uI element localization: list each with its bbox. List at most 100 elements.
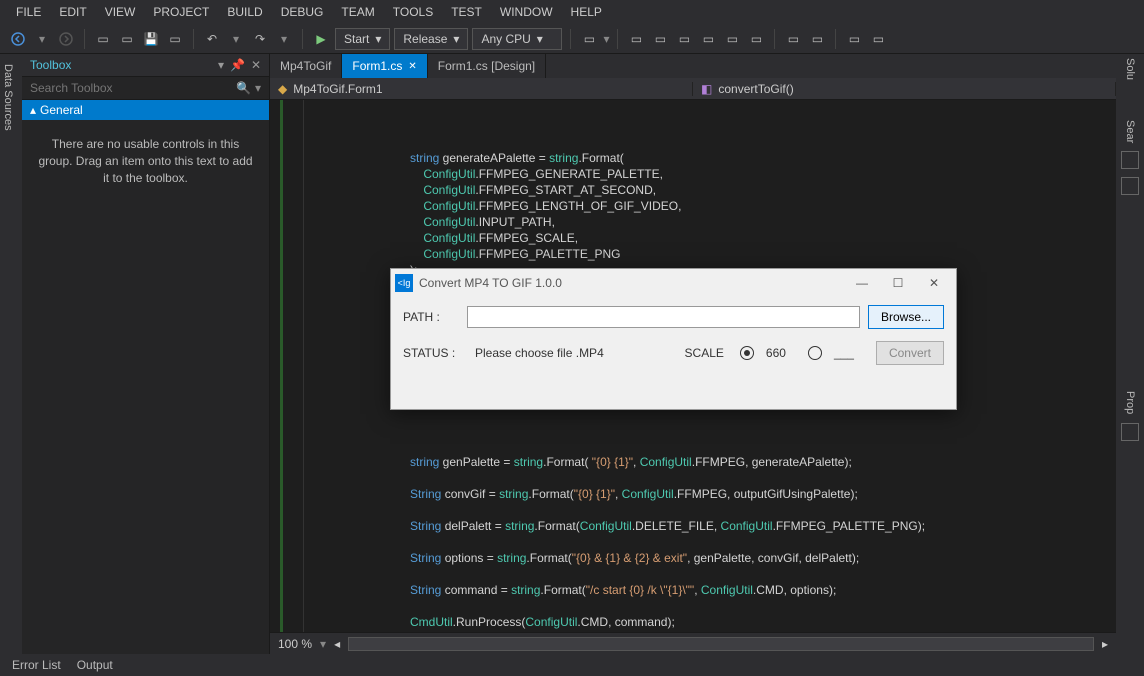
scale-radio-660[interactable] [740,346,754,360]
tool-icon[interactable]: ▭ [650,29,670,49]
menu-project[interactable]: PROJECT [145,3,217,21]
tab-label: Form1.cs [Design] [438,59,535,73]
config-select[interactable]: Release▾ [394,28,468,50]
zoom-level[interactable]: 100 % [278,637,312,651]
output-tab[interactable]: Output [77,658,113,672]
code-line[interactable]: string genPalette = string.Format( "{0} … [310,454,1116,470]
tool-icon[interactable]: ▭ [579,29,599,49]
breadcrumb-member[interactable]: ◧ convertToGif() [693,82,1116,96]
dropdown-icon[interactable]: ▾ [32,29,52,49]
minimize-button[interactable]: — [844,271,880,295]
open-file-icon[interactable]: ▭ [117,29,137,49]
code-line[interactable] [310,422,1116,438]
code-line[interactable]: String delPalett = string.Format(ConfigU… [310,518,1116,534]
toolbox-search: 🔍 ▾ [22,77,269,100]
search-tab[interactable]: Sear [1124,120,1136,143]
menu-file[interactable]: FILE [8,3,49,21]
code-line[interactable] [310,438,1116,454]
status-label: STATUS : [403,346,459,360]
toolbox-category-general[interactable]: ▴ General [22,100,269,120]
breadcrumb-scope[interactable]: ◆ Mp4ToGif.Form1 [270,82,693,96]
code-line[interactable]: ConfigUtil.FFMPEG_SCALE, [310,230,1116,246]
tool-icon[interactable]: ▭ [698,29,718,49]
menu-help[interactable]: HELP [563,3,610,21]
editor-zoom-bar: 100 % ▾ ◂ ▸ [270,632,1116,654]
menu-debug[interactable]: DEBUG [273,3,332,21]
menu-test[interactable]: TEST [443,3,490,21]
code-line[interactable]: ConfigUtil.FFMPEG_START_AT_SECOND, [310,182,1116,198]
path-input[interactable] [467,306,860,328]
close-button[interactable]: ✕ [916,271,952,295]
error-list-tab[interactable]: Error List [12,658,61,672]
document-tab[interactable]: Form1.cs [Design] [428,54,546,78]
code-line[interactable]: String command = string.Format("/c start… [310,582,1116,598]
menu-build[interactable]: BUILD [219,3,270,21]
tool-icon[interactable]: ▭ [626,29,646,49]
scale-radio-blank[interactable] [808,346,822,360]
convert-button[interactable]: Convert [876,341,944,365]
horizontal-scrollbar[interactable] [348,637,1094,651]
search-icon[interactable]: 🔍 [236,81,251,95]
tool-icon[interactable]: ▭ [722,29,742,49]
start-button[interactable]: Start▾ [335,28,390,50]
status-bar: Error List Output [0,654,1144,676]
toolbox-title: Toolbox [30,58,71,72]
code-line[interactable]: String convGif = string.Format("{0} {1}"… [310,486,1116,502]
save-all-icon[interactable]: ▭ [165,29,185,49]
undo-icon[interactable]: ↶ [202,29,222,49]
code-line[interactable]: ConfigUtil.INPUT_PATH, [310,214,1116,230]
forward-icon[interactable] [56,29,76,49]
nav-left-icon[interactable]: ◂ [334,637,340,651]
platform-select[interactable]: Any CPU▾ [472,28,562,50]
tool-window-icon[interactable] [1121,177,1139,195]
dropdown-icon[interactable]: ▾ [274,29,294,49]
browse-button[interactable]: Browse... [868,305,944,329]
tool-window-icon[interactable] [1121,423,1139,441]
code-line[interactable]: ConfigUtil.FFMPEG_LENGTH_OF_GIF_VIDEO, [310,198,1116,214]
dropdown-icon[interactable]: ▾ [226,29,246,49]
document-tab[interactable]: Mp4ToGif [270,54,342,78]
menu-edit[interactable]: EDIT [51,3,94,21]
tool-icon[interactable]: ▭ [868,29,888,49]
save-icon[interactable]: 💾 [141,29,161,49]
tool-icon[interactable]: ▭ [746,29,766,49]
dialog-titlebar[interactable]: <Ig Convert MP4 TO GIF 1.0.0 — ☐ ✕ [391,269,956,297]
tool-icon[interactable]: ▭ [844,29,864,49]
code-line[interactable] [310,598,1116,614]
close-icon[interactable]: ✕ [251,58,261,72]
back-icon[interactable] [8,29,28,49]
new-file-icon[interactable]: ▭ [93,29,113,49]
code-line[interactable] [310,566,1116,582]
code-line[interactable]: ConfigUtil.FFMPEG_GENERATE_PALETTE, [310,166,1116,182]
tool-window-icon[interactable] [1121,151,1139,169]
menu-view[interactable]: VIEW [97,3,144,21]
start-play-icon[interactable]: ▶ [311,29,331,49]
tool-icon[interactable]: ▭ [783,29,803,49]
menu-window[interactable]: WINDOW [492,3,561,21]
code-line[interactable] [310,502,1116,518]
tool-icon[interactable]: ▭ [807,29,827,49]
toolbox-search-input[interactable] [30,81,236,95]
code-line[interactable]: CmdUtil.RunProcess(ConfigUtil.CMD, comma… [310,614,1116,630]
code-line[interactable] [310,470,1116,486]
tab-label: Mp4ToGif [280,59,331,73]
data-sources-tab[interactable]: Data Sources [2,58,14,131]
close-icon[interactable]: ✕ [408,61,416,72]
nav-right-icon[interactable]: ▸ [1102,637,1108,651]
pin-icon[interactable]: 📌 [230,58,245,72]
tool-icon[interactable]: ▭ [674,29,694,49]
document-tab[interactable]: Form1.cs✕ [342,54,427,78]
properties-tab[interactable]: Prop [1124,391,1136,414]
code-line[interactable]: string generateAPalette = string.Format( [310,150,1116,166]
menu-team[interactable]: TEAM [333,3,382,21]
expand-icon: ▴ [30,103,36,117]
code-line[interactable]: String options = string.Format("{0} & {1… [310,550,1116,566]
dropdown-icon[interactable]: ▾ [218,58,224,72]
code-line[interactable] [310,534,1116,550]
code-line[interactable]: ConfigUtil.FFMPEG_PALETTE_PNG [310,246,1116,262]
maximize-button[interactable]: ☐ [880,271,916,295]
menu-tools[interactable]: TOOLS [385,3,441,21]
code-line[interactable] [310,630,1116,632]
redo-icon[interactable]: ↷ [250,29,270,49]
solution-explorer-tab[interactable]: Solu [1124,58,1136,80]
